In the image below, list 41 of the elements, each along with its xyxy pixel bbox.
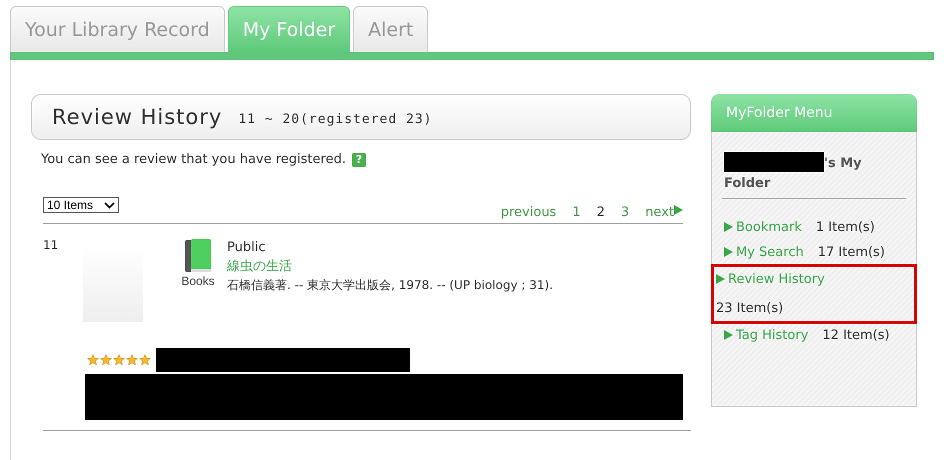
triangle-icon: [716, 274, 725, 284]
folder-owner-label: 's My: [824, 156, 862, 171]
menu-link[interactable]: My Search: [724, 245, 804, 260]
help-icon[interactable]: ?: [352, 152, 366, 166]
result-range: 11 ~ 20(registered 23): [238, 112, 432, 126]
item-count: 17 Item(s): [818, 245, 885, 260]
chevron-down-icon: [104, 202, 115, 208]
book-description: 石橋信義著. -- 東京大学出版会, 1978. -- (UP biology ; 31).: [227, 277, 554, 294]
previous-link[interactable]: previous: [500, 205, 556, 220]
page-size-select[interactable]: 10 Items: [43, 197, 119, 213]
tab[interactable]: Your Library Record: [10, 6, 225, 52]
star-icon: [126, 354, 138, 366]
page-link[interactable]: 1: [572, 205, 581, 220]
next-link[interactable]: next: [645, 205, 674, 220]
star-icon: [87, 354, 99, 366]
menu-link[interactable]: Tag History: [724, 328, 808, 343]
triangle-icon: [724, 222, 733, 232]
page-link[interactable]: 2: [596, 205, 605, 220]
item-count: 23 Item(s): [716, 301, 784, 316]
folder-owner-label: Folder: [724, 176, 770, 191]
material-type: Books: [181, 274, 215, 288]
star-icon: [139, 354, 151, 366]
sidebar-header: MyFolder Menu: [711, 94, 917, 132]
triangle-icon: [724, 247, 733, 257]
book-title-link[interactable]: 線虫の生活: [227, 257, 554, 276]
visibility-label: Public: [227, 239, 266, 257]
item-count: 1 Item(s): [816, 220, 875, 235]
page-link[interactable]: 3: [620, 205, 630, 220]
menu-link[interactable]: Review History: [716, 272, 906, 287]
item-count: 12 Item(s): [822, 328, 890, 343]
tab[interactable]: My Folder: [228, 6, 350, 52]
section-title: Review History: [52, 105, 222, 129]
tab[interactable]: Alert: [353, 6, 428, 52]
triangle-icon: [674, 205, 683, 215]
book-icon: [183, 238, 213, 274]
star-icon: [100, 354, 112, 366]
triangle-icon: [724, 330, 733, 340]
intro-text: You can see a review that you have registered.: [41, 152, 346, 167]
item-number: 11: [43, 238, 60, 254]
menu-link[interactable]: Bookmark: [724, 220, 802, 235]
star-icon: [113, 354, 125, 366]
